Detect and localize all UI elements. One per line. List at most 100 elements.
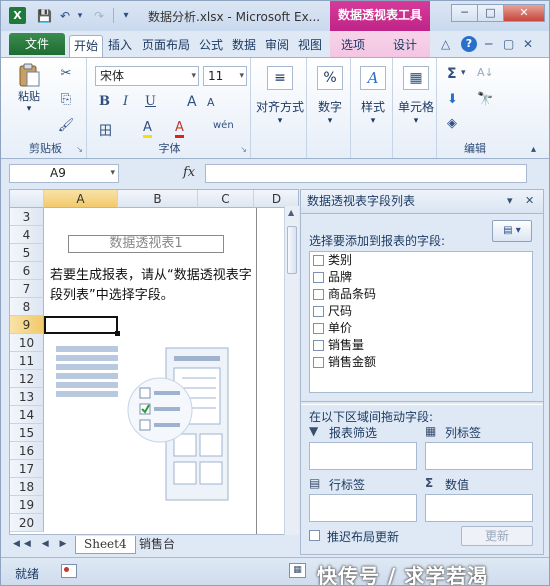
ribbon-collapse-icon[interactable]: ▴ (531, 144, 536, 155)
values-drop-zone[interactable] (425, 494, 533, 522)
checkbox[interactable] (313, 272, 324, 283)
tab-review[interactable]: 审阅 (262, 35, 292, 57)
field-item[interactable]: 销售金额 (313, 354, 376, 371)
paste-dropdown-icon[interactable]: ▾ (11, 104, 47, 114)
field-item[interactable]: 商品条码 (313, 286, 376, 303)
format-painter-icon[interactable]: 🖌 (57, 118, 75, 133)
font-name-combo[interactable]: 宋体 ▾ (95, 66, 199, 86)
tab-page-layout[interactable]: 页面布局 (138, 35, 194, 57)
name-box[interactable]: A9 ▾ (9, 164, 119, 183)
row-header-3[interactable]: 3 (10, 208, 44, 226)
row-header-4[interactable]: 4 (10, 226, 44, 244)
field-item[interactable]: 单价 (313, 320, 352, 337)
underline-icon[interactable]: U (145, 94, 156, 109)
font-dialog-launcher-icon[interactable]: ↘ (240, 145, 247, 154)
field-item[interactable]: 尺码 (313, 303, 352, 320)
row-header-9[interactable]: 9 (10, 316, 44, 334)
copy-icon[interactable]: ⎘ (57, 92, 75, 107)
scroll-up-icon[interactable]: ▲ (288, 208, 294, 217)
defer-layout-checkbox[interactable] (309, 530, 320, 541)
checkbox[interactable] (313, 340, 324, 351)
italic-icon[interactable]: I (123, 94, 128, 109)
field-item[interactable]: 类别 (313, 252, 352, 269)
save-icon[interactable]: 💾 (37, 7, 52, 25)
fill-color-icon[interactable]: A (143, 120, 152, 138)
row-header-11[interactable]: 11 (10, 352, 44, 370)
row-header-19[interactable]: 19 (10, 496, 44, 514)
undo-dropdown-icon[interactable]: ▾ (75, 7, 85, 25)
row-header-17[interactable]: 17 (10, 460, 44, 478)
cut-icon[interactable]: ✂ (57, 66, 75, 81)
pane-close-icon[interactable]: ✕ (525, 190, 534, 212)
redo-icon[interactable]: ↷ (91, 7, 107, 25)
minimize-ribbon-icon[interactable]: △ (441, 37, 450, 51)
tab-pivot-design[interactable]: 设计 (389, 35, 421, 57)
chevron-down-icon[interactable]: ▾ (461, 68, 466, 78)
excel-app-icon[interactable]: X (9, 7, 26, 24)
tab-view[interactable]: 视图 (295, 35, 325, 57)
customize-qat-icon[interactable]: ▾ (119, 7, 133, 25)
help-icon[interactable]: ? (461, 36, 477, 52)
row-header-8[interactable]: 8 (10, 298, 44, 316)
field-item[interactable]: 品牌 (313, 269, 352, 286)
row-labels-drop-zone[interactable] (309, 494, 417, 522)
checkbox[interactable] (313, 289, 324, 300)
update-button[interactable]: 更新 (461, 526, 533, 546)
column-header-a[interactable]: A (44, 190, 118, 208)
insert-function-icon[interactable]: fx (183, 165, 195, 180)
row-header-14[interactable]: 14 (10, 406, 44, 424)
column-header-b[interactable]: B (118, 190, 198, 208)
vertical-scrollbar[interactable]: ▲ (284, 206, 299, 536)
tab-insert[interactable]: 插入 (105, 35, 135, 57)
pane-menu-icon[interactable]: ▾ (507, 190, 513, 212)
tab-pivot-options[interactable]: 选项 (337, 35, 369, 57)
row-header-6[interactable]: 6 (10, 262, 44, 280)
styles-button[interactable]: A (358, 66, 388, 90)
autosum-icon[interactable]: Σ (447, 66, 457, 82)
row-header-15[interactable]: 15 (10, 424, 44, 442)
formula-input[interactable] (205, 164, 527, 183)
row-header-12[interactable]: 12 (10, 370, 44, 388)
tab-formulas[interactable]: 公式 (196, 35, 226, 57)
doc-close-icon[interactable]: ✕ (523, 37, 533, 51)
report-filter-drop-zone[interactable] (309, 442, 417, 470)
shrink-font-icon[interactable]: A (207, 96, 215, 109)
undo-icon[interactable]: ↶ (57, 7, 73, 25)
chevron-down-icon[interactable]: ▾ (353, 116, 393, 126)
tab-file[interactable]: 文件 (9, 33, 65, 55)
find-select-icon[interactable]: 🔭 (477, 92, 493, 107)
checkbox[interactable] (313, 306, 324, 317)
sort-filter-icon[interactable]: A↓ (477, 66, 494, 79)
sheet-tab-sheet4[interactable]: Sheet4 (75, 536, 136, 554)
checkbox[interactable] (313, 255, 324, 266)
active-cell-a9[interactable] (44, 316, 120, 336)
scroll-thumb[interactable] (287, 226, 297, 274)
field-item[interactable]: 销售量 (313, 337, 364, 354)
column-labels-drop-zone[interactable] (425, 442, 533, 470)
sheet-tab-sales[interactable]: 销售台 (131, 536, 183, 554)
font-size-combo[interactable]: 11 ▾ (203, 66, 247, 86)
minimize-button[interactable]: ─ (451, 4, 478, 22)
number-format-button[interactable]: % (315, 66, 345, 90)
row-header-10[interactable]: 10 (10, 334, 44, 352)
tab-data[interactable]: 数据 (229, 35, 259, 57)
alignment-button[interactable]: ≡ (259, 66, 301, 90)
doc-restore-icon[interactable]: ▢ (503, 37, 514, 51)
row-header-13[interactable]: 13 (10, 388, 44, 406)
bold-icon[interactable]: B (99, 94, 110, 109)
row-header-7[interactable]: 7 (10, 280, 44, 298)
chevron-down-icon[interactable]: ▾ (309, 116, 351, 126)
column-header-c[interactable]: C (198, 190, 254, 208)
row-header-20[interactable]: 20 (10, 514, 44, 532)
checkbox[interactable] (313, 357, 324, 368)
doc-minimize-icon[interactable]: ─ (485, 37, 492, 51)
paste-button[interactable]: 粘贴 ▾ (11, 62, 47, 114)
pane-divider[interactable] (301, 401, 543, 405)
border-icon[interactable]: 田 (99, 120, 112, 139)
worksheet-grid[interactable]: A B C D 3 4 5 6 7 8 9 10 11 12 13 14 15 16 17 18 19 20 数据… (9, 189, 299, 535)
pivot-table-placeholder[interactable]: 数据透视表1 若要生成报表，请从“数据透视表字段列表”中选择字段。 (44, 208, 257, 534)
select-all-corner[interactable] (10, 190, 44, 208)
field-list-layout-button[interactable]: ▤ ▾ (492, 220, 532, 242)
phonetic-icon[interactable]: wén (213, 120, 234, 131)
fill-down-icon[interactable]: ⬇ (447, 92, 458, 107)
